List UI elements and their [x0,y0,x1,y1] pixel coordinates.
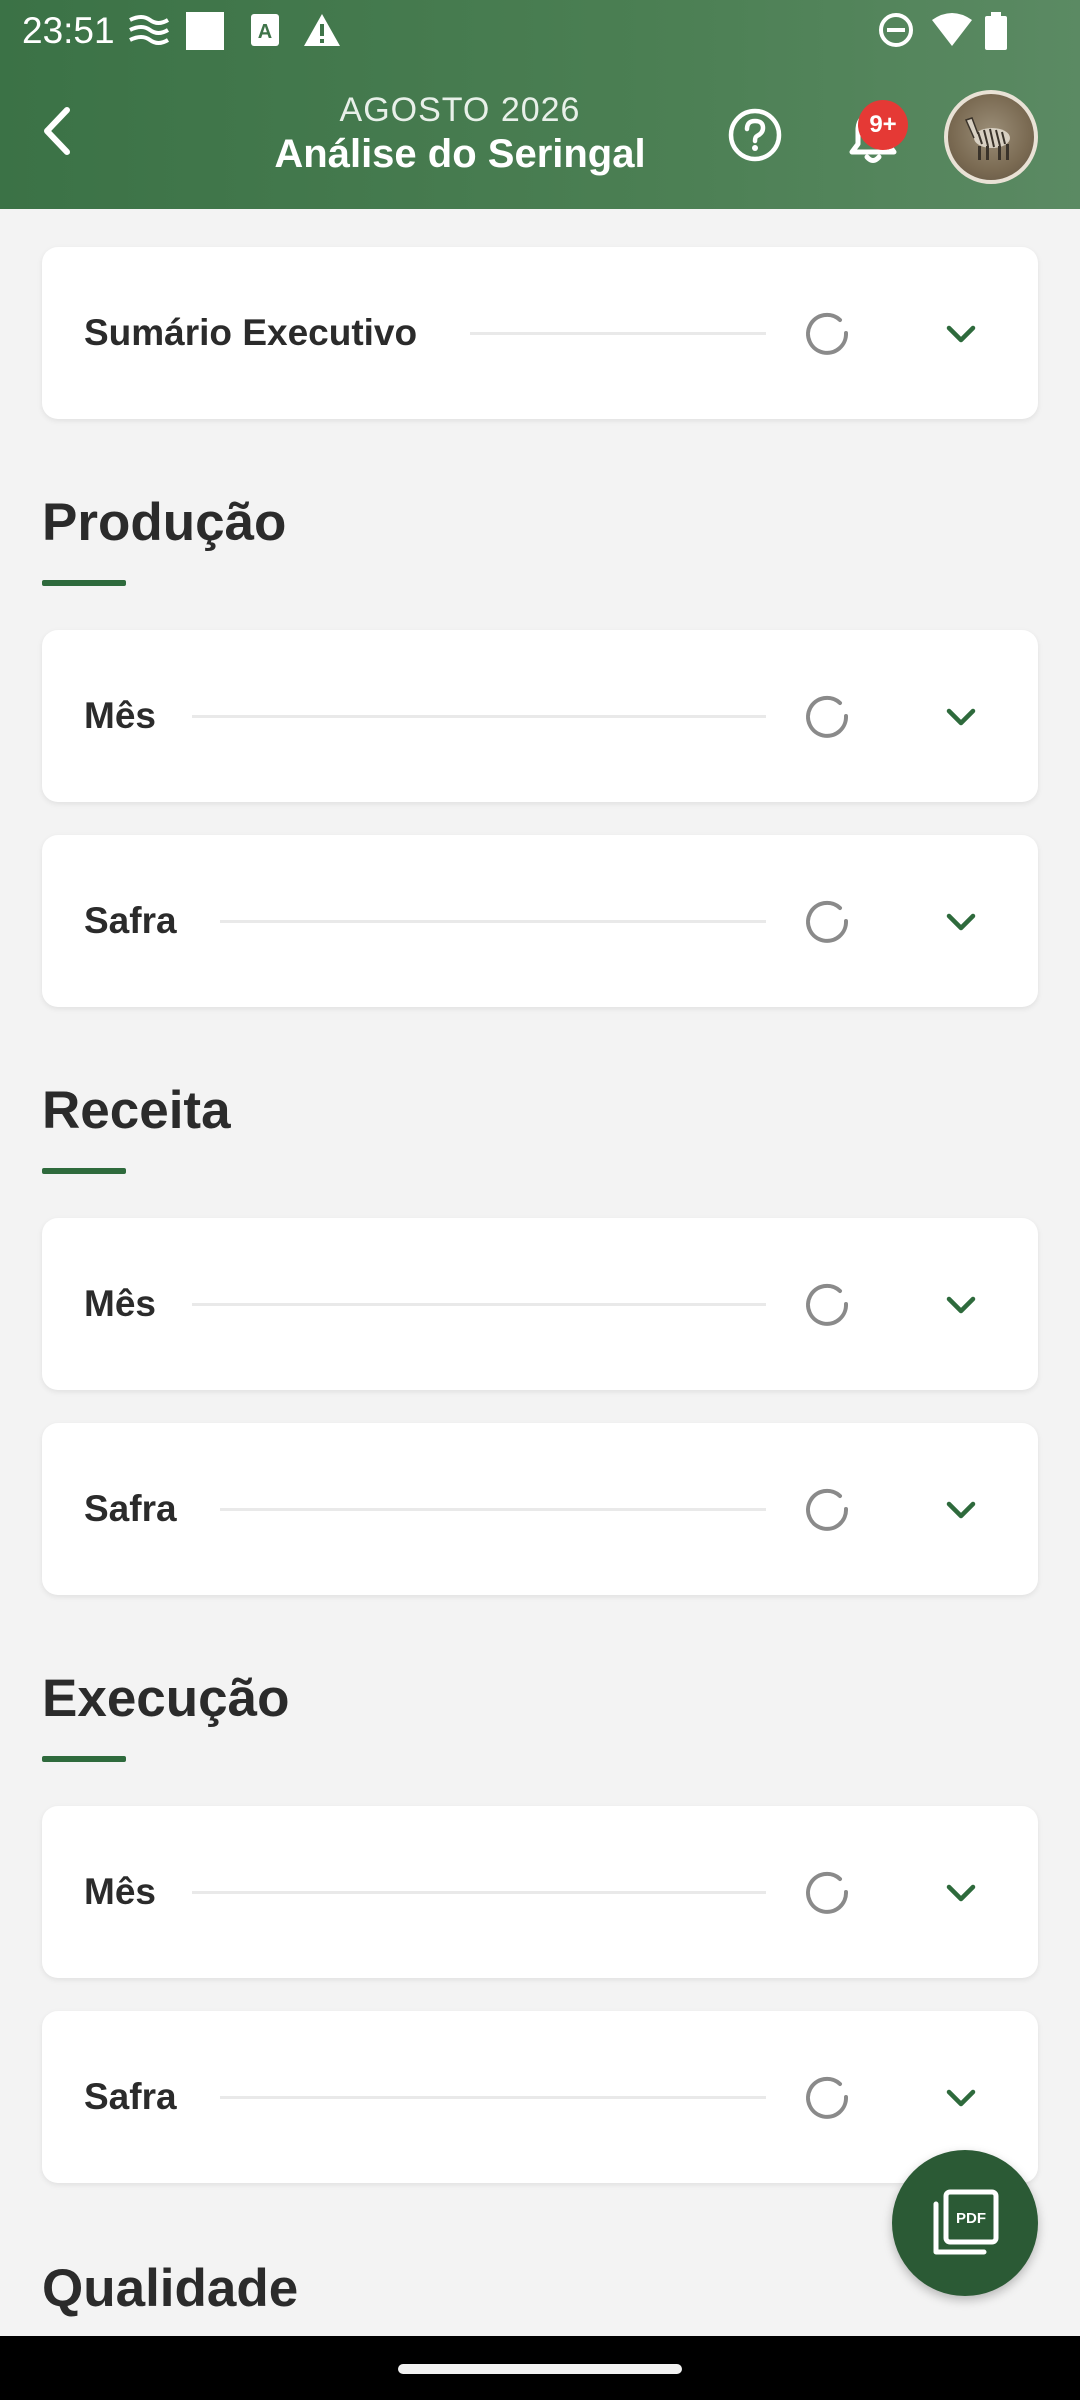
screen-title: Análise do Seringal [274,132,646,176]
do-not-disturb-icon [879,13,913,47]
loading-line [192,1303,766,1306]
receita-mes-card[interactable]: Mês [42,1218,1038,1390]
section-underline [42,1756,126,1762]
period-label: AGOSTO 2026 [339,91,581,129]
chevron-down-icon[interactable] [944,905,978,939]
loading-spinner-icon [806,695,849,738]
app-header: 23:51 A AGOSTO 2026 Análise do Seringal … [0,0,1080,209]
section-title-execucao: Execução [42,1669,290,1728]
card-label: Mês [84,1283,156,1324]
chevron-down-icon[interactable] [944,700,978,734]
status-time: 23:51 [22,10,115,51]
chevron-down-icon[interactable] [944,2081,978,2115]
loading-spinner-icon [806,900,849,943]
loading-line [192,1891,766,1894]
card-label: Safra [84,2076,177,2117]
chevron-left-icon [44,107,70,155]
svg-text:A: A [258,21,272,43]
execucao-mes-card[interactable]: Mês [42,1806,1038,1978]
loading-line [220,1508,766,1511]
loading-spinner-icon [806,1283,849,1326]
summary-card[interactable]: Sumário Executivo [42,247,1038,419]
card-label: Mês [84,695,156,736]
blank-square-icon [186,12,224,50]
wifi-icon [932,13,972,46]
loading-line [220,920,766,923]
section-title-receita: Receita [42,1081,231,1140]
help-button[interactable] [726,106,784,164]
font-a-icon: A [251,14,279,46]
section-underline [42,1168,126,1174]
system-navigation-bar [0,2336,1080,2400]
loading-spinner-icon [806,312,849,355]
back-button[interactable] [26,100,88,162]
chevron-down-icon[interactable] [944,1288,978,1322]
status-bar: 23:51 A [0,0,1080,62]
app-bar: AGOSTO 2026 Análise do Seringal 9+ [0,62,1080,209]
section-title-qualidade: Qualidade [42,2259,299,2318]
page-title: AGOSTO 2026 Análise do Seringal [200,90,720,178]
chevron-down-icon[interactable] [944,1876,978,1910]
loading-spinner-icon [806,1871,849,1914]
card-label: Mês [84,1871,156,1912]
battery-icon [985,12,1007,50]
zebra-avatar-image [964,117,1010,160]
loading-spinner-icon [806,2076,849,2119]
card-label: Sumário Executivo [84,312,418,353]
svg-text:PDF: PDF [956,2210,986,2227]
loading-spinner-icon [806,1488,849,1531]
notification-badge: 9+ [858,100,908,150]
help-circle-icon [728,108,782,162]
loading-line [192,715,766,718]
chevron-down-icon[interactable] [944,317,978,351]
receita-safra-card[interactable]: Safra [42,1423,1038,1595]
chevron-down-icon[interactable] [944,1493,978,1527]
producao-mes-card[interactable]: Mês [42,630,1038,802]
section-underline [42,580,126,586]
loading-line [470,332,766,335]
pdf-icon: PDF [933,2189,999,2255]
execucao-safra-card[interactable]: Safra [42,2011,1038,2183]
home-gesture-handle[interactable] [398,2364,682,2374]
card-label: Safra [84,900,177,941]
card-label: Safra [84,1488,177,1529]
wind-icon [129,15,170,45]
warning-icon [304,14,340,46]
producao-safra-card[interactable]: Safra [42,835,1038,1007]
loading-line [220,2096,766,2099]
section-title-producao: Produção [42,493,287,552]
avatar[interactable] [944,90,1038,184]
export-pdf-button[interactable]: PDF [892,2150,1038,2296]
